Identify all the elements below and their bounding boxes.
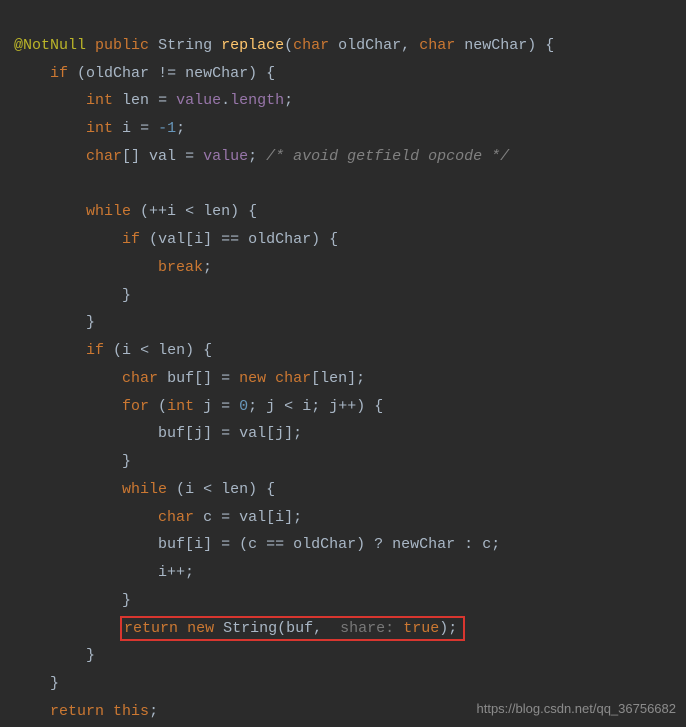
- code-line: if (val[i] == oldChar) {: [14, 231, 338, 248]
- code-line: char buf[] = new char[len];: [14, 370, 365, 387]
- annotation: @NotNull: [14, 37, 86, 54]
- code-line: return new String(buf, share: true);: [14, 620, 465, 637]
- code-line: while (i < len) {: [14, 481, 275, 498]
- code-line: buf[i] = (c == oldChar) ? newChar : c;: [14, 536, 500, 553]
- code-line: [14, 176, 23, 193]
- code-line: while (++i < len) {: [14, 203, 257, 220]
- code-line: i++;: [14, 564, 194, 581]
- code-line: }: [14, 675, 59, 692]
- code-line: }: [14, 314, 95, 331]
- code-line: if (i < len) {: [14, 342, 212, 359]
- highlighted-return-line: return new String(buf, share: true);: [120, 616, 465, 642]
- code-editor[interactable]: @NotNull public String replace(char oldC…: [0, 0, 686, 726]
- watermark: https://blog.csdn.net/qq_36756682: [477, 697, 677, 721]
- code-line: if (oldChar != newChar) {: [14, 65, 275, 82]
- parameter-hint: share:: [340, 620, 394, 637]
- code-line: }: [14, 453, 131, 470]
- code-line: }: [14, 592, 131, 609]
- code-line: }: [14, 287, 131, 304]
- comment: /* avoid getfield opcode */: [266, 148, 509, 165]
- code-line: @NotNull public String replace(char oldC…: [14, 37, 554, 54]
- code-line: char c = val[i];: [14, 509, 302, 526]
- code-line: int i = -1;: [14, 120, 185, 137]
- code-line: break;: [14, 259, 212, 276]
- code-line: for (int j = 0; j < i; j++) {: [14, 398, 383, 415]
- code-line: buf[j] = val[j];: [14, 425, 302, 442]
- code-line: int len = value.length;: [14, 92, 293, 109]
- code-line: char[] val = value; /* avoid getfield op…: [14, 148, 509, 165]
- code-line: }: [14, 647, 95, 664]
- code-line: return this;: [14, 703, 158, 720]
